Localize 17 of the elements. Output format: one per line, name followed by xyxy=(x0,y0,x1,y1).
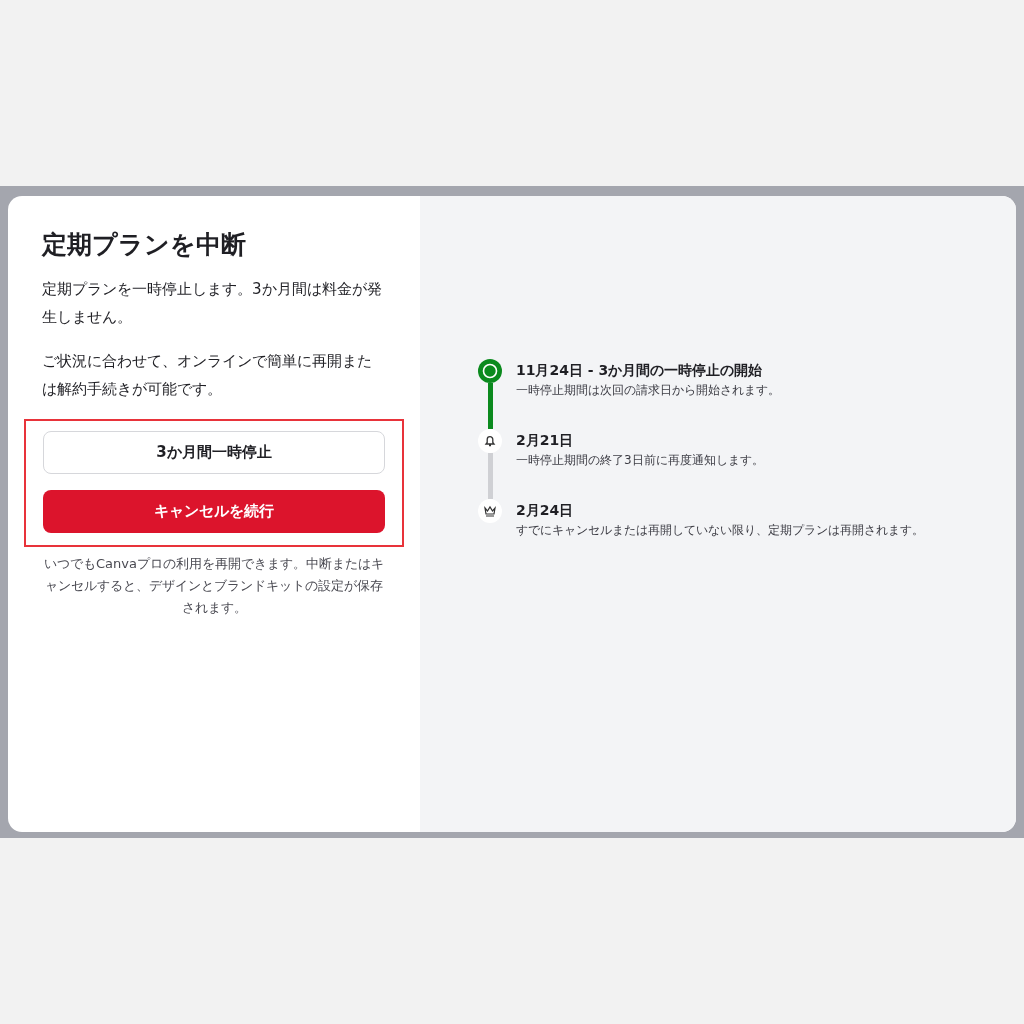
bell-icon xyxy=(478,429,502,453)
continue-cancel-button[interactable]: キャンセルを続行 xyxy=(43,490,385,533)
timeline-connector xyxy=(487,383,493,429)
circle-icon xyxy=(478,359,502,383)
dialog-title: 定期プランを中断 xyxy=(42,229,247,261)
timeline-description: 一時停止期間は次回の請求日から開始されます。 xyxy=(516,382,780,399)
paragraph: ご状況に合わせて、オンラインで簡単に再開または解約手続きが可能です。 xyxy=(42,351,373,400)
paragraph: 定期プランを一時停止します。3か月間は料金が発生しません。 xyxy=(42,279,383,328)
crown-icon xyxy=(478,499,502,523)
timeline-date: 11月24日 - 3か月間の一時停止の開始 xyxy=(516,361,764,380)
timeline-description: すでにキャンセルまたは再開していない限り、定期プランは再開されます。 xyxy=(516,522,924,539)
timeline-date: 2月24日 xyxy=(516,501,575,520)
footnote: いつでもCanvaプロの利用を再開できます。中断またはキャンセルすると、デザインとブランドキットの設定が保存されます。 xyxy=(43,555,385,617)
timeline-connector xyxy=(487,453,493,499)
pause-button[interactable]: 3か月間一時停止 xyxy=(43,431,385,474)
timeline-date: 2月21日 xyxy=(516,431,575,450)
timeline-description: 一時停止期間の終了3日前に再度通知します。 xyxy=(516,452,764,469)
